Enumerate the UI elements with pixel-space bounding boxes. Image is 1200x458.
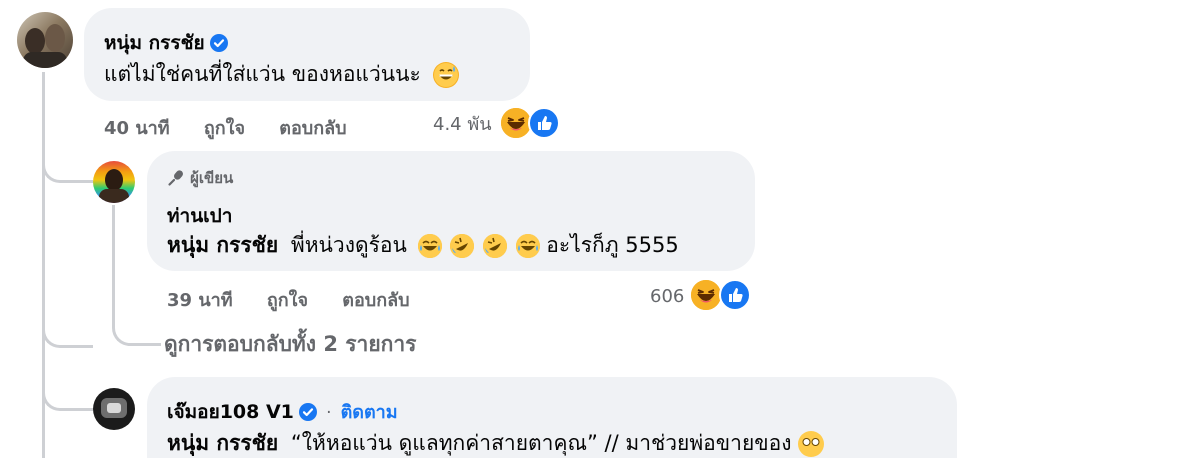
avatar[interactable]: [17, 12, 73, 68]
reply-text-body: “ให้หอแว่น ดูแลทุกค่าสายตาคุณ” // มาช่วย…: [290, 431, 792, 455]
reply-text: หนุ่ม กรรชัย พี่หน่วงดูร้อน อะไรก็ภู 555…: [167, 229, 679, 262]
reply-text: หนุ่ม กรรชัย “ให้หอแว่น ดูแลทุกค่าสายตาค…: [167, 427, 825, 458]
avatar-body: [99, 189, 129, 203]
mention-link[interactable]: หนุ่ม กรรชัย: [167, 431, 278, 455]
monocle-emoji-icon: [798, 431, 825, 457]
reply-time[interactable]: 39 นาที: [167, 290, 233, 311]
avatar-person-1: [25, 28, 45, 54]
comment-actions: 40 นาที ถูกใจ ตอบกลับ: [104, 113, 347, 142]
author-badge: ผู้เขียน: [167, 166, 233, 190]
thread-curve-reply: [112, 310, 161, 346]
separator-dot: ·: [326, 403, 332, 423]
reply-button[interactable]: ตอบกลับ: [342, 290, 409, 311]
avatar-shirt: [23, 52, 67, 68]
avatar-logo-mark: [107, 403, 121, 413]
avatar[interactable]: [93, 388, 135, 430]
laughing-emoji-icon: [417, 234, 442, 258]
microphone-icon: [168, 170, 183, 186]
comment-text: แต่ไม่ใช่คนที่ใส่แว่น ของหอแว่นนะ: [104, 62, 421, 86]
follow-button[interactable]: ติดตาม: [341, 402, 398, 423]
reaction-summary[interactable]: 606: [650, 278, 751, 312]
verified-badge-icon: [299, 402, 317, 421]
thread-curve-2: [42, 378, 93, 411]
reply-author[interactable]: ท่านเปา: [167, 201, 232, 231]
thread-line-reply: [112, 205, 115, 320]
reaction-count: 606: [650, 285, 685, 307]
laughing-emoji-icon: [515, 234, 540, 258]
avatar[interactable]: [93, 161, 135, 203]
thread-curve-view: [42, 315, 93, 348]
reaction-count: 4.4 พัน: [433, 113, 492, 135]
reply-bubble: เจ๊มอย108 V1 · ติดตาม หนุ่ม กรรชัย “ให้ห…: [147, 377, 957, 458]
grinning-sweat-emoji-icon: [433, 62, 460, 88]
mention-link[interactable]: หนุ่ม กรรชัย: [167, 233, 278, 257]
reply-text-after: อะไรก็ภู 5555: [546, 233, 679, 257]
like-reaction-icon: [718, 279, 751, 311]
thread-curve-1: [42, 150, 93, 183]
comment-author[interactable]: หนุ่ม กรรชัย: [104, 32, 205, 54]
rolling-laughing-emoji-icon: [482, 234, 507, 258]
comment-time[interactable]: 40 นาที: [104, 118, 170, 139]
reaction-summary[interactable]: 4.4 พัน: [433, 106, 560, 140]
like-button[interactable]: ถูกใจ: [204, 118, 245, 139]
avatar-person-2: [45, 24, 65, 52]
like-reaction-icon: [527, 107, 560, 139]
reply-actions: 39 นาที ถูกใจ ตอบกลับ: [167, 285, 410, 314]
reply-text-before: พี่หน่วงดูร้อน: [290, 233, 407, 257]
reply-bubble: ผู้เขียน ท่านเปา หนุ่ม กรรชัย พี่หน่วงดู…: [147, 151, 755, 271]
comment-bubble: หนุ่ม กรรชัย แต่ไม่ใช่คนที่ใส่แว่น ของหอ…: [84, 8, 530, 101]
rolling-laughing-emoji-icon: [450, 234, 475, 258]
like-button[interactable]: ถูกใจ: [267, 290, 308, 311]
reply-button[interactable]: ตอบกลับ: [279, 118, 346, 139]
view-replies-link[interactable]: ดูการตอบกลับทั้ง 2 รายการ: [164, 328, 416, 361]
reply-author[interactable]: เจ๊มอย108 V1: [167, 401, 294, 423]
verified-badge-icon: [209, 33, 228, 52]
avatar-face: [105, 169, 123, 191]
author-badge-label: ผู้เขียน: [190, 169, 234, 187]
